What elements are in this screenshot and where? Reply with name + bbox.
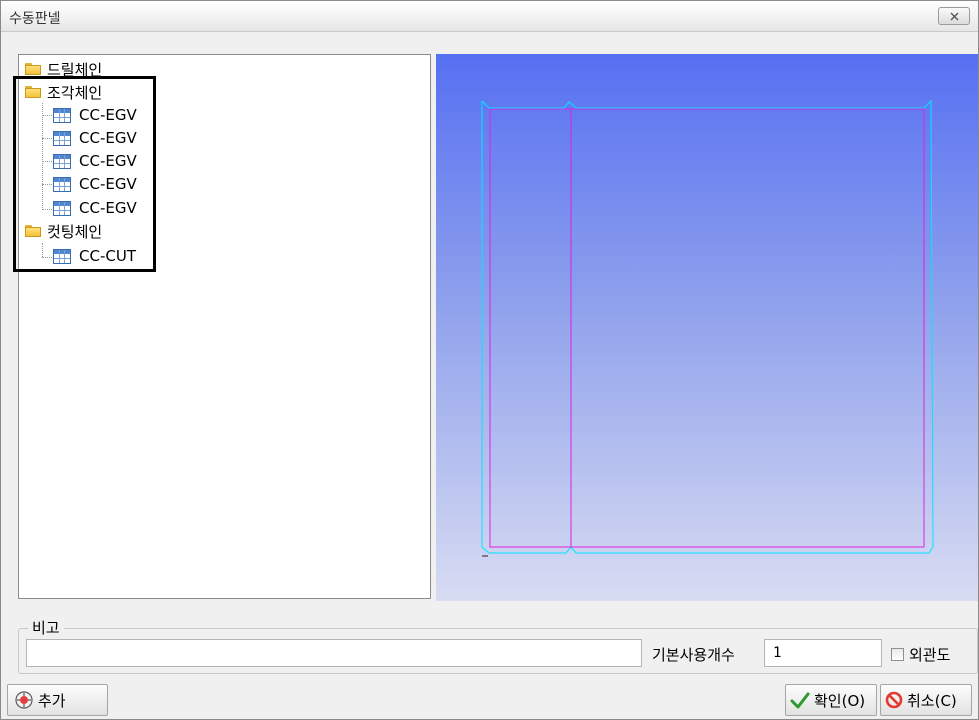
tree-item-label: CC-CUT (79, 247, 136, 265)
tree-connector (42, 115, 52, 116)
default-count-input[interactable]: 1 (764, 639, 882, 667)
no-entry-icon (885, 691, 903, 709)
cancel-button-label: 취소(C) (907, 691, 957, 710)
folder-icon (25, 63, 41, 75)
tree-connector (42, 243, 43, 257)
tree-group-engrave-chain[interactable]: 조각체인 (25, 81, 102, 103)
tree-connector (42, 103, 43, 210)
manual-panel-dialog: 수동판넬 드릴체인 조각체인 CC-EGV CC-EGV CC-EGV CC-E… (0, 0, 979, 720)
tree-connector (42, 184, 52, 185)
table-icon (53, 107, 71, 123)
ok-button-label: 확인(O) (814, 691, 866, 710)
outline-checkbox[interactable] (891, 648, 904, 661)
tree-group-drill-chain[interactable]: 드릴체인 (25, 58, 102, 80)
panel-inner (489, 108, 925, 548)
add-icon (15, 691, 33, 709)
checkmark-icon (790, 692, 810, 709)
note-label: 비고 (28, 617, 64, 638)
panel-preview[interactable] (436, 54, 978, 601)
cancel-button[interactable]: 취소(C) (880, 684, 972, 716)
tree-group-cutting-chain[interactable]: 컷팅체인 (25, 220, 102, 242)
tree-item[interactable]: CC-EGV (53, 173, 137, 195)
table-icon (53, 248, 71, 264)
table-icon (53, 153, 71, 169)
tree-item-label: CC-EGV (79, 106, 137, 124)
outline-checkbox-label[interactable]: 외관도 (909, 644, 950, 665)
table-icon (53, 130, 71, 146)
table-icon (53, 176, 71, 192)
tree-item[interactable]: CC-CUT (53, 245, 136, 267)
tree-connector (42, 138, 52, 139)
tree-item[interactable]: CC-EGV (53, 127, 137, 149)
tree-connector (42, 161, 52, 162)
ok-button[interactable]: 확인(O) (785, 684, 877, 716)
default-count-label: 기본사용개수 (652, 646, 735, 664)
folder-icon (25, 86, 41, 98)
title-bar: 수동판넬 (1, 1, 978, 32)
tree-connector (42, 257, 52, 258)
folder-icon (25, 225, 41, 237)
table-icon (53, 200, 71, 216)
close-button[interactable] (938, 7, 970, 25)
tree-item[interactable]: CC-EGV (53, 197, 137, 219)
tree-item-label: CC-EGV (79, 152, 137, 170)
close-icon (950, 12, 959, 21)
add-button-label: 추가 (38, 691, 66, 710)
tree-group-label: 드릴체인 (47, 60, 103, 79)
tree-item-label: CC-EGV (79, 199, 137, 217)
panel-drawing (481, 99, 934, 557)
tree-item[interactable]: CC-EGV (53, 104, 137, 126)
tree-group-label: 조각체인 (47, 83, 103, 102)
tree-item[interactable]: CC-EGV (53, 150, 137, 172)
note-input[interactable] (26, 639, 642, 667)
window-title: 수동판넬 (9, 11, 61, 27)
tree-item-label: CC-EGV (79, 129, 137, 147)
tree-item-label: CC-EGV (79, 175, 137, 193)
tree-connector (42, 209, 52, 210)
panel-outline (481, 99, 934, 554)
add-button[interactable]: 추가 (7, 684, 108, 716)
tree-group-label: 컷팅체인 (47, 222, 103, 241)
